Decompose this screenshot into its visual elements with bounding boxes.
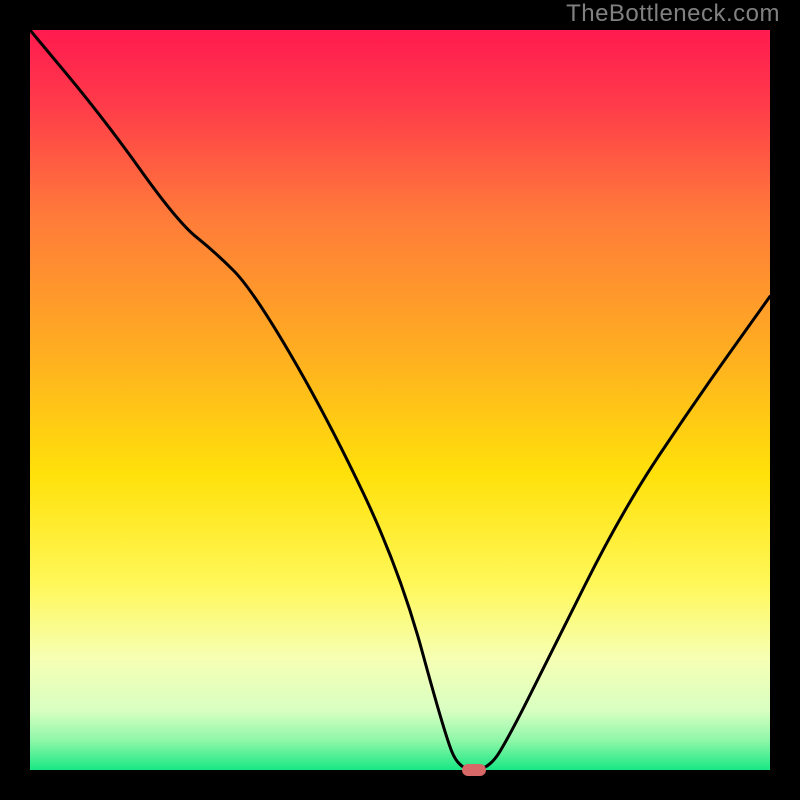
plot-area — [30, 30, 770, 770]
watermark-label: TheBottleneck.com — [566, 0, 780, 28]
chart-frame: TheBottleneck.com — [0, 0, 800, 800]
background-gradient — [30, 30, 770, 770]
optimal-point-marker — [462, 764, 486, 776]
